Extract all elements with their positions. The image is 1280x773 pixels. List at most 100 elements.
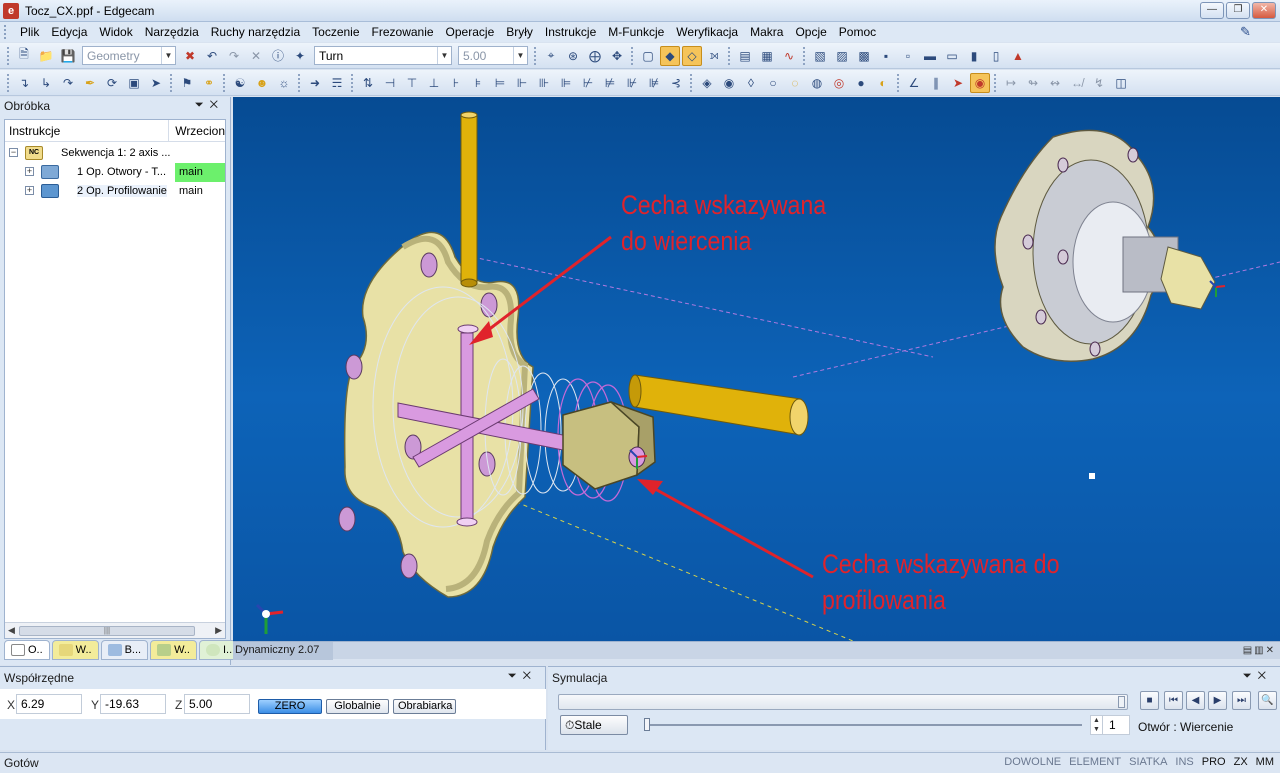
toolbar-grip[interactable] — [351, 73, 354, 92]
spinner-arrows-icon[interactable]: ▲ ▼ — [1091, 716, 1103, 734]
feature-icon-10[interactable]: ▲ — [1008, 46, 1028, 66]
hidden-line-icon[interactable]: ◇ — [682, 45, 702, 66]
scroll-right-icon[interactable]: ▶ — [215, 625, 222, 636]
turn-combo[interactable]: Turn ▼ — [314, 46, 452, 65]
dim-icon[interactable]: ∥ — [926, 73, 946, 93]
solid-icon-8[interactable]: ● — [851, 73, 871, 93]
snap-point-icon[interactable]: ⊛ — [563, 46, 583, 66]
view-cube-icon[interactable]: ▢ — [638, 46, 658, 66]
menu-narzedzia[interactable]: Narzędzia — [139, 22, 205, 42]
layer-icon[interactable]: ▤ — [735, 46, 755, 66]
horizontal-scrollbar[interactable]: ◀ ||| ▶ — [5, 622, 225, 638]
simulation-progress[interactable] — [558, 694, 1128, 710]
solid-icon-3[interactable]: ◊ — [741, 73, 761, 93]
feature-icon-5[interactable]: ▫ — [898, 46, 918, 66]
z-field[interactable]: 5.00 — [184, 694, 250, 714]
menu-weryfikacja[interactable]: Weryfikacja — [670, 22, 744, 42]
verify-icon[interactable]: ◉ — [970, 72, 990, 93]
cycle-icon-2[interactable]: ⊣ — [380, 73, 400, 93]
solid-icon-7[interactable]: ◎ — [829, 73, 849, 93]
redo-icon[interactable]: ↷ — [224, 46, 244, 66]
toolbar-grip[interactable] — [170, 73, 173, 92]
tree-row-op2[interactable]: + 2 Op. Profilowanie main — [5, 182, 225, 201]
move-down-icon[interactable]: ↴ — [14, 73, 34, 93]
edit-icon-6[interactable]: ◫ — [1111, 73, 1131, 93]
pin-close-icons[interactable]: ⏷✕ — [1243, 670, 1272, 683]
flag-siatka[interactable]: SIATKA — [1129, 756, 1167, 768]
cycle-icon-5[interactable]: ⊦ — [446, 73, 466, 93]
col-instrukcje[interactable]: Instrukcje — [5, 120, 170, 141]
feature-icon-4[interactable]: ▪ — [876, 46, 896, 66]
skip-back-icon[interactable]: ⏮ — [1164, 691, 1183, 710]
menu-bryly[interactable]: Bryły — [500, 22, 539, 42]
toolbar-grip[interactable] — [7, 73, 10, 92]
solid-icon-1[interactable]: ◈ — [697, 73, 717, 93]
arc-icon[interactable]: ↷ — [58, 73, 78, 93]
solid-icon-9[interactable]: ◐ — [873, 73, 893, 93]
tag-icon[interactable]: ⚑ — [177, 73, 197, 93]
feature-icon-2[interactable]: ▨ — [832, 46, 852, 66]
undo-icon[interactable]: ↶ — [202, 46, 222, 66]
thread-icon[interactable]: ☴ — [327, 73, 347, 93]
slider-knob[interactable] — [644, 718, 650, 731]
stop-icon[interactable]: ■ — [1140, 691, 1159, 710]
cycle-icon-13[interactable]: ⊮ — [622, 73, 642, 93]
center-icon[interactable]: ⨁ — [585, 46, 605, 66]
progress-thumb[interactable] — [1118, 696, 1125, 708]
menu-frezowanie[interactable]: Frezowanie — [366, 22, 440, 42]
mill-icon[interactable]: ☯ — [230, 73, 250, 93]
edit-icon-1[interactable]: ↦ — [1001, 73, 1021, 93]
menu-pomoc[interactable]: Pomoc — [833, 22, 882, 42]
axis-icon[interactable]: ⟕ — [704, 46, 724, 66]
edit-icon-4[interactable]: ↮ — [1067, 73, 1087, 93]
stale-button[interactable]: ⏱Stale — [560, 715, 628, 735]
scroll-thumb[interactable]: ||| — [19, 626, 195, 636]
toolbar-grip[interactable] — [897, 73, 900, 92]
col-wrzeciono[interactable]: Wrzecion — [169, 120, 225, 141]
delete-icon[interactable]: ✕ — [246, 46, 266, 66]
toolbar-grip[interactable] — [534, 46, 537, 65]
tab-operations[interactable]: O.. — [4, 640, 50, 660]
close-button[interactable]: ✕ — [1252, 2, 1276, 19]
x-field[interactable]: 6.29 — [16, 694, 82, 714]
toolbar-grip[interactable] — [690, 73, 693, 92]
tab-b[interactable]: B... — [100, 640, 149, 660]
zoom-icon[interactable]: 🔍 — [1258, 691, 1277, 710]
line-icon[interactable]: ↳ — [36, 73, 56, 93]
flag-zx[interactable]: ZX — [1234, 756, 1248, 768]
solid-icon-2[interactable]: ◉ — [719, 73, 739, 93]
global-button[interactable]: Globalnie — [326, 699, 389, 714]
menu-m-funkcje[interactable]: M-Funkcje — [602, 22, 670, 42]
tool-icon[interactable]: ✒ — [80, 73, 100, 93]
speed-slider[interactable] — [644, 718, 1082, 731]
edit-icon-2[interactable]: ↬ — [1023, 73, 1043, 93]
edit-icon-5[interactable]: ↯ — [1089, 73, 1109, 93]
rough-icon[interactable]: ☻ — [252, 73, 272, 93]
cycle-icon-3[interactable]: ⊤ — [402, 73, 422, 93]
geometry-combo[interactable]: Geometry ▼ — [82, 46, 176, 65]
minimize-button[interactable]: — — [1200, 2, 1224, 19]
menu-makra[interactable]: Makra — [744, 22, 789, 42]
finish-icon[interactable]: ☼ — [274, 73, 294, 93]
measure-icon[interactable]: ∠ — [904, 73, 924, 93]
toolbar-grip[interactable] — [223, 73, 226, 92]
sim-icon[interactable]: ➤ — [948, 73, 968, 93]
cycle-icon-6[interactable]: ⊧ — [468, 73, 488, 93]
shade-icon[interactable]: ◆ — [660, 45, 680, 66]
toolbar-grip[interactable] — [631, 46, 634, 65]
flag-ins[interactable]: INS — [1175, 756, 1193, 768]
solid-icon-4[interactable]: ○ — [763, 73, 783, 93]
pan-icon[interactable]: ✥ — [607, 46, 627, 66]
feature-icon-1[interactable]: ▧ — [810, 46, 830, 66]
flag-element[interactable]: ELEMENT — [1069, 756, 1121, 768]
open-folder-icon[interactable]: 📁 — [36, 46, 56, 66]
curve-icon[interactable]: ∿ — [779, 46, 799, 66]
menu-widok[interactable]: Widok — [93, 22, 138, 42]
cycle-icon-14[interactable]: ⊯ — [644, 73, 664, 93]
tab-w2[interactable]: W.. — [150, 640, 197, 660]
grid-icon[interactable]: ▦ — [757, 46, 777, 66]
save-icon[interactable]: 💾 — [58, 46, 78, 66]
rotate-icon[interactable]: ⟳ — [102, 73, 122, 93]
pin-close-icons[interactable]: ⏷✕ — [195, 99, 224, 112]
y-field[interactable]: -19.63 — [100, 694, 166, 714]
